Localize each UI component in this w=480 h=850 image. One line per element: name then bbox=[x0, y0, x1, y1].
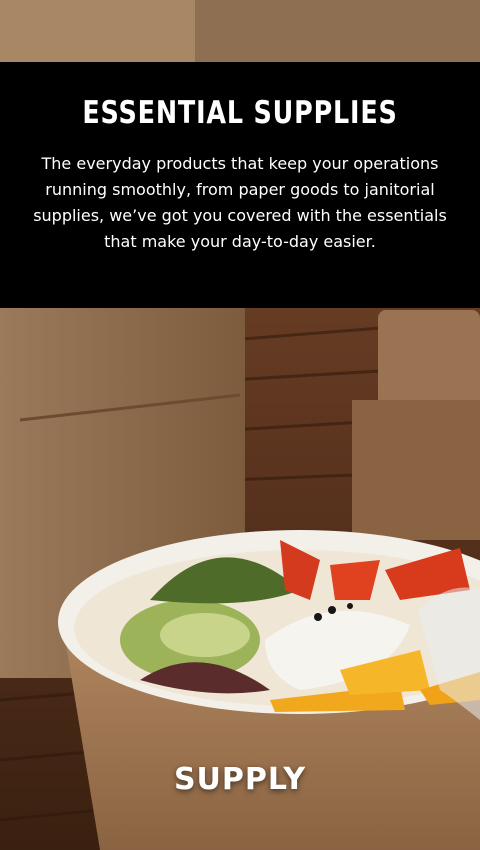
banner-description: The everyday products that keep your ope… bbox=[33, 154, 447, 251]
brand-wordmark: SUPPLY bbox=[173, 762, 307, 797]
page-title: ESSENTIAL SUPPLIES bbox=[82, 95, 398, 131]
